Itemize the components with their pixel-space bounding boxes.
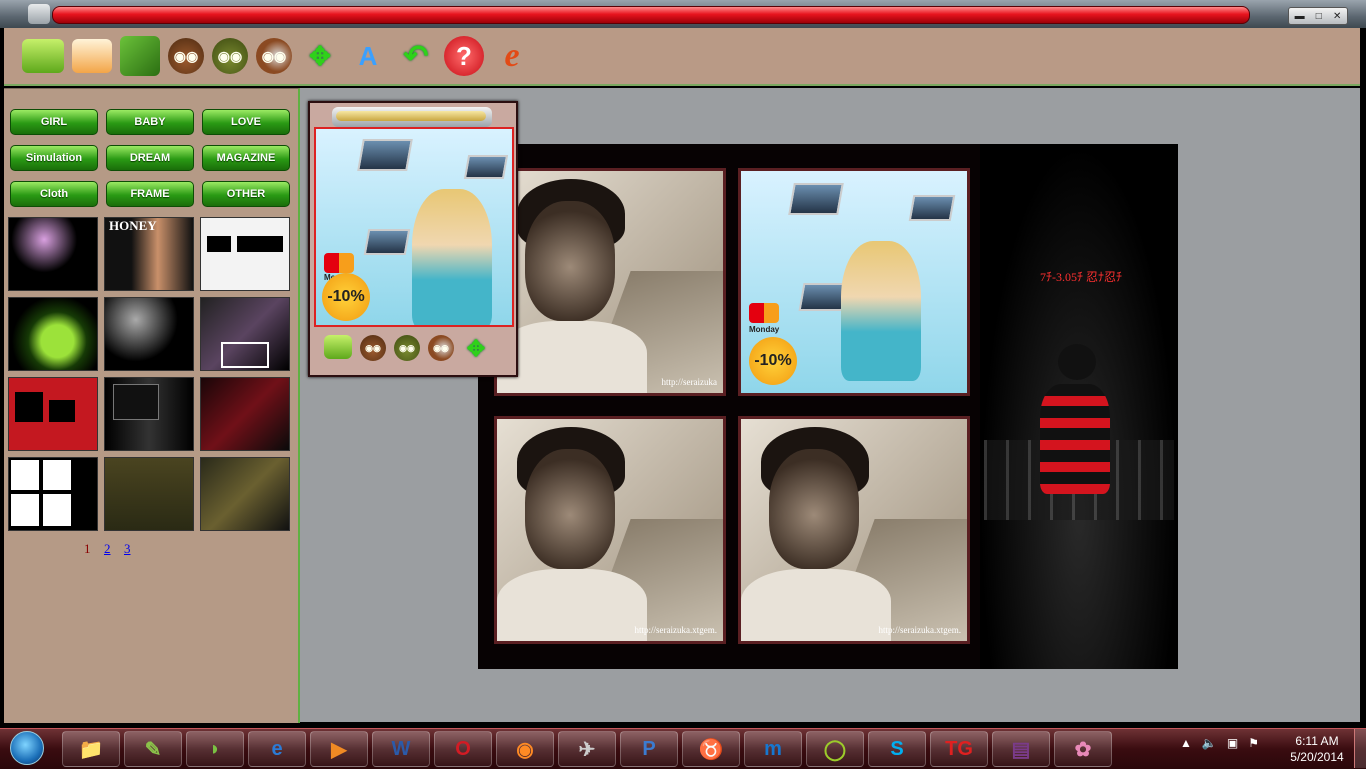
decorative-text: 7ﾁ-3.05ﾁ 忍ﾅ忍ﾁ — [1040, 270, 1122, 284]
page-1-current: 1 — [84, 541, 91, 556]
ad-photo-slot[interactable]: Monday -10% — [738, 168, 970, 396]
taskbar-app-paint[interactable]: ✎ — [124, 731, 182, 767]
mastercard-logo — [749, 303, 779, 323]
category-dream-button[interactable]: DREAM — [106, 145, 194, 171]
palette-toolbar: ◉◉ ◉◉ ◉◉ ✥ — [324, 335, 490, 363]
taskbar-app-opera[interactable]: O — [434, 731, 492, 767]
category-frame-button[interactable]: FRAME — [106, 181, 194, 207]
text-icon[interactable]: A — [348, 36, 388, 76]
title-bar-highlight — [52, 6, 1250, 24]
windows-logo-icon — [10, 731, 44, 765]
mastercard-logo — [324, 253, 354, 273]
taskbar-app-app-o[interactable]: ◯ — [806, 731, 864, 767]
folder-open-icon[interactable] — [324, 335, 352, 359]
help-icon[interactable]: ? — [444, 36, 484, 76]
owl-effect-2-icon[interactable]: ◉◉ — [394, 335, 420, 361]
move-arrows-icon[interactable]: ✥ — [462, 335, 490, 363]
owl-effect-2-icon[interactable]: ◉◉ — [212, 38, 248, 74]
template-thumb[interactable] — [8, 217, 98, 291]
template-panel: GIRL BABY LOVE Simulation DREAM MAGAZINE… — [4, 88, 300, 723]
template-thumb[interactable] — [200, 297, 290, 371]
internet-explorer-icon[interactable]: e — [492, 36, 532, 76]
start-button[interactable] — [4, 729, 50, 767]
taskbar-app-internet-explorer[interactable]: e — [248, 731, 306, 767]
taskbar-app-winrar[interactable]: ▤ — [992, 731, 1050, 767]
palette-drag-handle[interactable] — [336, 111, 486, 121]
image-edit-icon[interactable] — [120, 36, 160, 76]
template-background-girl — [980, 144, 1178, 669]
preview-palette[interactable]: Monday -10% ◉◉ ◉◉ ◉◉ ✥ — [308, 101, 518, 377]
show-desktop-button[interactable] — [1354, 729, 1366, 768]
minimize-button[interactable]: ▬ — [1295, 11, 1305, 22]
page-3-link[interactable]: 3 — [124, 541, 131, 557]
thumb-title: HONEY — [109, 218, 157, 233]
taskbar-app-firefox[interactable]: ◉ — [496, 731, 554, 767]
discount-badge: -10% — [322, 273, 370, 321]
template-thumb[interactable] — [200, 217, 290, 291]
category-baby-button[interactable]: BABY — [106, 109, 194, 135]
photo-slot[interactable]: http://seraizuka.xtgem. — [494, 416, 726, 644]
template-thumb[interactable] — [8, 457, 98, 531]
photo-watermark: http://seraizuka — [661, 377, 717, 387]
toolbar: ◉◉ ◉◉ ◉◉ ✥ A ↶ ? e — [4, 28, 1360, 86]
action-center-icon[interactable]: ⚑ — [1248, 736, 1259, 750]
template-thumb[interactable] — [104, 377, 194, 451]
taskbar-app-media-player[interactable]: ▶ — [310, 731, 368, 767]
photo-slot[interactable]: http://seraizuka — [494, 168, 726, 396]
template-thumb[interactable] — [104, 457, 194, 531]
taskbar-app-app-tg[interactable]: TG — [930, 731, 988, 767]
template-thumb[interactable] — [8, 377, 98, 451]
move-arrows-icon[interactable]: ✥ — [300, 36, 340, 76]
taskbar-app-maxthon[interactable]: m — [744, 731, 802, 767]
photo-slot[interactable]: http://seraizuka.xtgem. — [738, 416, 970, 644]
taskbar-app-app-bird[interactable]: ✈ — [558, 731, 616, 767]
undo-icon[interactable]: ↶ — [396, 36, 436, 76]
card-label: Monday — [749, 325, 780, 334]
close-button[interactable]: ✕ — [1333, 11, 1341, 22]
template-thumb[interactable]: HONEY — [104, 217, 194, 291]
clock-time: 6:11 AM — [1295, 734, 1339, 748]
tray-expand-icon[interactable]: ▲ — [1180, 736, 1192, 750]
category-magazine-button[interactable]: MAGAZINE — [202, 145, 290, 171]
category-cloth-button[interactable]: Cloth — [10, 181, 98, 207]
template-thumb[interactable] — [200, 457, 290, 531]
print-icon[interactable] — [72, 39, 112, 73]
category-girl-button[interactable]: GIRL — [10, 109, 98, 135]
network-icon[interactable]: ▣ — [1227, 736, 1238, 750]
category-love-button[interactable]: LOVE — [202, 109, 290, 135]
owl-effect-3-icon[interactable]: ◉◉ — [256, 38, 292, 74]
taskbar-app-skype[interactable]: S — [868, 731, 926, 767]
template-thumb[interactable] — [104, 297, 194, 371]
window-menu-cap[interactable] — [28, 4, 50, 24]
system-tray: ▲ 🔈 ▣ ⚑ — [1180, 736, 1259, 750]
template-thumb[interactable] — [8, 297, 98, 371]
taskbar-app-word[interactable]: W — [372, 731, 430, 767]
discount-badge: -10% — [749, 337, 797, 385]
taskbar-app-app-cow[interactable]: ♉ — [682, 731, 740, 767]
photo-watermark: http://seraizuka.xtgem. — [634, 625, 717, 635]
photo-watermark: http://seraizuka.xtgem. — [878, 625, 961, 635]
owl-effect-icon[interactable]: ◉◉ — [360, 335, 386, 361]
taskbar-app-explorer[interactable]: 📁 — [62, 731, 120, 767]
taskbar-app-app-green[interactable]: ◗ — [186, 731, 244, 767]
maximize-button[interactable]: □ — [1316, 11, 1322, 22]
category-other-button[interactable]: OTHER — [202, 181, 290, 207]
template-thumb[interactable] — [200, 377, 290, 451]
owl-effect-3-icon[interactable]: ◉◉ — [428, 335, 454, 361]
clock-date: 5/20/2014 — [1290, 750, 1344, 764]
folder-open-icon[interactable] — [22, 39, 64, 73]
volume-icon[interactable]: 🔈 — [1202, 736, 1217, 750]
window-controls: ▬ □ ✕ — [1288, 7, 1348, 25]
clock[interactable]: 6:11 AM 5/20/2014 — [1282, 733, 1352, 765]
taskbar-app-photo-app[interactable]: ✿ — [1054, 731, 1112, 767]
category-simulation-button[interactable]: Simulation — [10, 145, 98, 171]
page-2-link[interactable]: 2 — [104, 541, 111, 557]
owl-effect-icon[interactable]: ◉◉ — [168, 38, 204, 74]
palette-preview-image[interactable]: Monday -10% — [314, 127, 514, 327]
taskbar-app-app-p[interactable]: P — [620, 731, 678, 767]
